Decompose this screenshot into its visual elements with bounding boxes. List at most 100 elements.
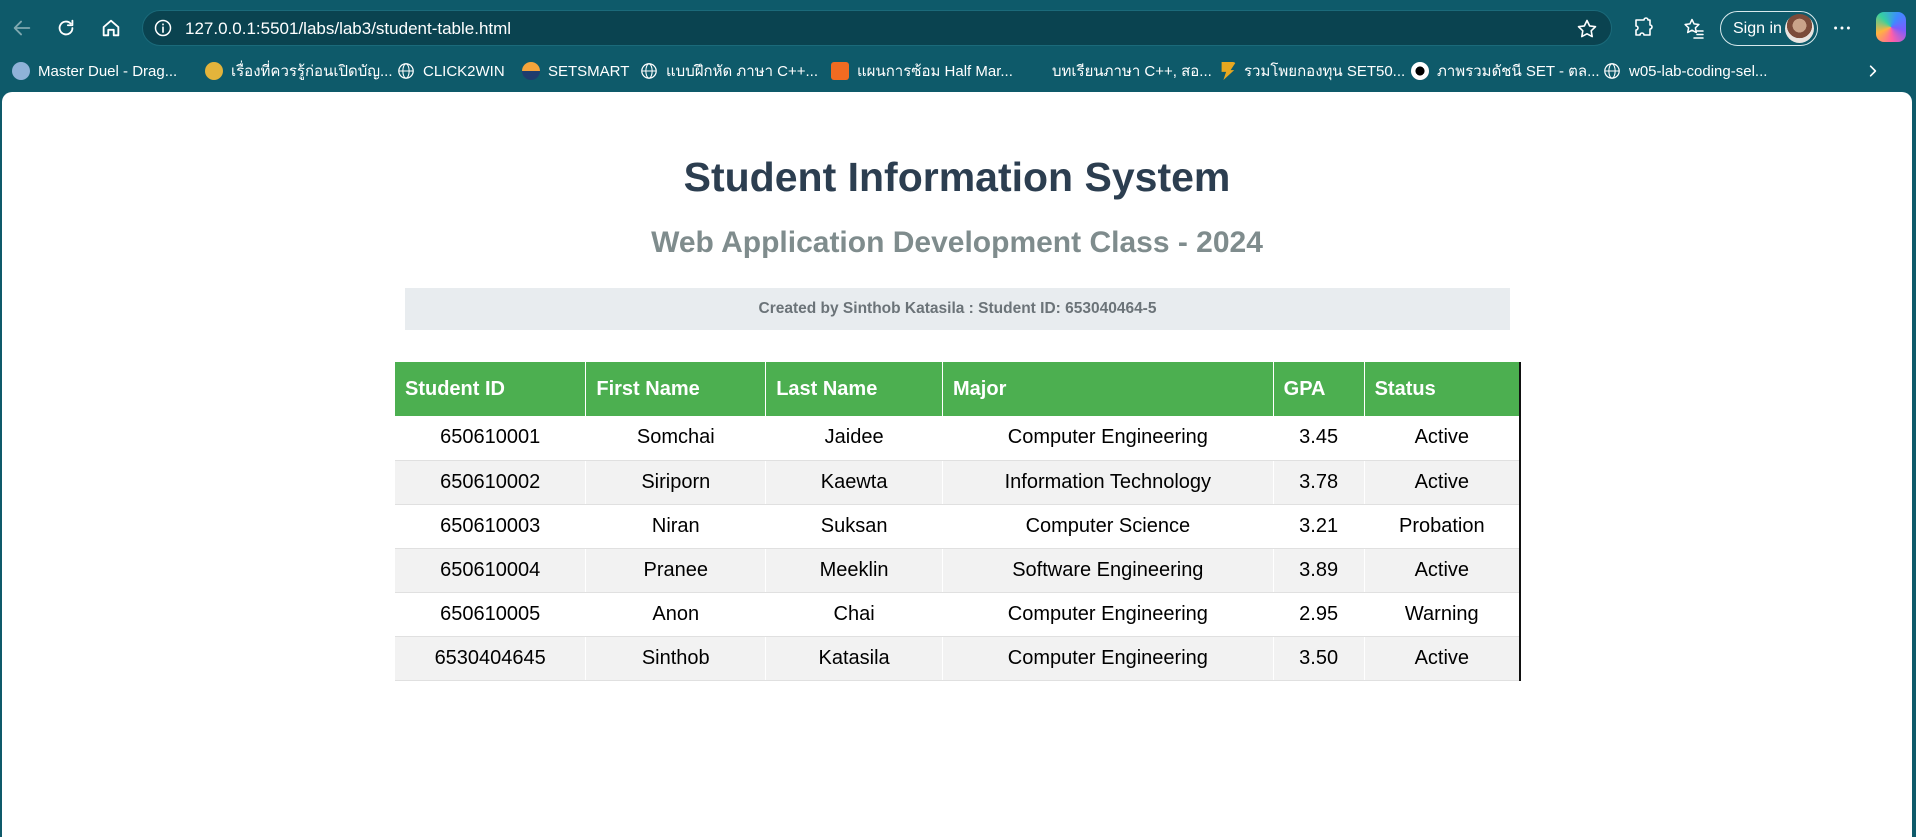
bookmark-item[interactable]: w05-lab-coding-sel... <box>1603 60 1767 82</box>
cell-gpa: 3.89 <box>1273 548 1365 593</box>
globe-icon <box>1604 63 1620 79</box>
cell-first-name: Sinthob <box>585 636 767 681</box>
site-info-icon[interactable] <box>153 18 173 38</box>
table-row: 650610005 Anon Chai Computer Engineering… <box>395 592 1521 637</box>
cell-status: Probation <box>1364 504 1521 549</box>
bookmark-label: เรื่องที่ควรรู้ก่อนเปิดบัญ... <box>231 63 393 80</box>
cell-status: Active <box>1364 636 1521 681</box>
cell-last-name: Suksan <box>765 504 944 549</box>
cell-first-name: Niran <box>585 504 767 549</box>
bookmarks-overflow-button[interactable] <box>1862 58 1884 84</box>
bookmark-label: ภาพรวมดัชนี SET - ตล... <box>1437 63 1600 80</box>
creator-banner: Created by Sinthob Katasila : Student ID… <box>405 288 1510 330</box>
cell-student-id: 650610005 <box>395 592 587 637</box>
cell-student-id: 650610003 <box>395 504 587 549</box>
cell-student-id: 650610002 <box>395 460 587 505</box>
favorites-list-icon <box>1684 18 1704 39</box>
bookmark-label: แบบฝึกหัด ภาษา C++... <box>666 63 819 80</box>
bookmark-label: Master Duel - Drag... <box>38 62 178 80</box>
copilot-icon[interactable] <box>1876 12 1906 42</box>
back-button[interactable] <box>6 12 38 44</box>
cell-status: Active <box>1364 416 1521 461</box>
bookmark-label: แผนการซ้อม Half Mar... <box>857 63 1013 80</box>
more-options-button[interactable] <box>1828 14 1856 42</box>
cell-major: Software Engineering <box>942 548 1274 593</box>
bookmark-item[interactable]: บทเรียนภาษา C++, สอ... <box>1026 60 1212 82</box>
sign-in-label: Sign in <box>1733 19 1782 37</box>
cell-first-name: Siriporn <box>585 460 767 505</box>
cell-first-name: Pranee <box>585 548 767 593</box>
cell-last-name: Jaidee <box>765 416 944 461</box>
cell-gpa: 3.50 <box>1273 636 1365 681</box>
column-header-first-name: First Name <box>585 362 767 416</box>
bookmark-label: w05-lab-coding-sel... <box>1629 62 1768 80</box>
cell-last-name: Chai <box>765 592 944 637</box>
url-text[interactable]: 127.0.0.1:5501/labs/lab3/student-table.h… <box>185 19 511 39</box>
cell-major: Information Technology <box>942 460 1274 505</box>
student-table: Student ID First Name Last Name Major GP… <box>395 362 1521 681</box>
table-row: 650610001 Somchai Jaidee Computer Engine… <box>395 416 1521 461</box>
fund-icon <box>1221 62 1236 80</box>
bookmark-item[interactable]: แผนการซ้อม Half Mar... <box>831 60 1013 82</box>
puzzle-icon <box>1635 17 1653 36</box>
globe-icon <box>641 63 657 79</box>
home-button[interactable] <box>95 12 127 44</box>
ellipsis-icon <box>1834 26 1850 30</box>
cell-last-name: Katasila <box>765 636 944 681</box>
blank-icon <box>1026 62 1044 80</box>
bank-icon <box>205 62 223 80</box>
page-viewport: Student Information System Web Applicati… <box>2 92 1912 837</box>
address-bar[interactable]: 127.0.0.1:5501/labs/lab3/student-table.h… <box>142 10 1612 46</box>
reload-button[interactable] <box>50 12 82 44</box>
back-arrow-icon <box>13 20 31 36</box>
column-header-student-id: Student ID <box>395 362 587 416</box>
cell-last-name: Meeklin <box>765 548 944 593</box>
bookmark-item[interactable]: เรื่องที่ควรรู้ก่อนเปิดบัญ... <box>205 60 393 82</box>
column-header-major: Major <box>942 362 1274 416</box>
cell-status: Active <box>1364 548 1521 593</box>
set-index-icon <box>1411 62 1429 80</box>
sign-in-button[interactable]: Sign in <box>1720 11 1818 46</box>
cell-gpa: 2.95 <box>1273 592 1365 637</box>
favorite-star-icon[interactable] <box>1575 17 1599 41</box>
home-icon <box>102 19 120 37</box>
cell-status: Active <box>1364 460 1521 505</box>
cell-major: Computer Engineering <box>942 592 1274 637</box>
page-subtitle: Web Application Development Class - 2024 <box>651 226 1263 259</box>
setsmart-icon <box>522 62 540 80</box>
table-header-row: Student ID First Name Last Name Major GP… <box>395 362 1520 416</box>
bookmark-label: รวมโพยกองทุน SET50... <box>1244 63 1406 80</box>
bookmark-item[interactable]: SETSMART <box>522 60 629 82</box>
column-header-status: Status <box>1364 362 1520 416</box>
bookmark-label: บทเรียนภาษา C++, สอ... <box>1052 63 1212 80</box>
bookmark-item[interactable]: ภาพรวมดัชนี SET - ตล... <box>1411 60 1600 82</box>
cell-gpa: 3.45 <box>1273 416 1365 461</box>
cell-student-id: 6530404645 <box>395 636 587 681</box>
cell-major: Computer Engineering <box>942 416 1274 461</box>
table-row: 650610004 Pranee Meeklin Software Engine… <box>395 548 1521 593</box>
profile-avatar <box>1785 14 1814 43</box>
bookmark-item[interactable]: CLICK2WIN <box>397 60 505 82</box>
cell-student-id: 650610004 <box>395 548 587 593</box>
cell-gpa: 3.21 <box>1273 504 1365 549</box>
column-header-gpa: GPA <box>1273 362 1365 416</box>
cell-last-name: Kaewta <box>765 460 944 505</box>
extensions-button[interactable] <box>1630 14 1658 42</box>
bookmark-item[interactable]: Master Duel - Drag... <box>12 60 177 82</box>
orange-doc-icon <box>831 62 849 80</box>
cell-status: Warning <box>1364 592 1521 637</box>
column-header-last-name: Last Name <box>765 362 944 416</box>
favorites-button[interactable] <box>1680 14 1708 42</box>
page-title: Student Information System <box>683 154 1231 200</box>
browser-toolbar: 127.0.0.1:5501/labs/lab3/student-table.h… <box>0 0 1916 56</box>
bookmark-item[interactable]: แบบฝึกหัด ภาษา C++... <box>640 60 818 82</box>
reload-icon <box>58 19 74 36</box>
cell-first-name: Somchai <box>585 416 767 461</box>
table-row: 650610003 Niran Suksan Computer Science … <box>395 504 1521 549</box>
cell-gpa: 3.78 <box>1273 460 1365 505</box>
globe-icon <box>398 63 414 79</box>
bookmark-item[interactable]: รวมโพยกองทุน SET50... <box>1218 60 1405 82</box>
bookmark-label: CLICK2WIN <box>423 62 505 80</box>
bookmark-label: SETSMART <box>548 62 630 80</box>
cell-student-id: 650610001 <box>395 416 587 461</box>
